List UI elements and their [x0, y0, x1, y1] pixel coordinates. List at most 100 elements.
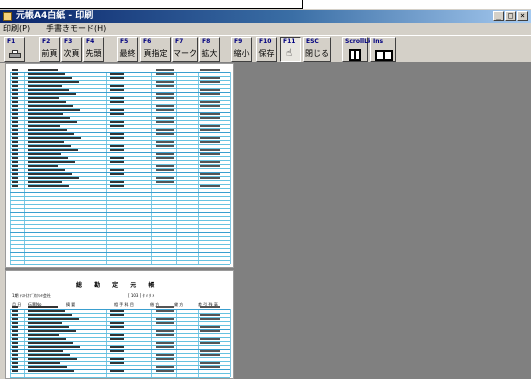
ledger-row-line	[10, 228, 230, 229]
ledger-entry-mark	[110, 169, 124, 171]
ledger-entry-mark	[156, 342, 174, 344]
ledger-entry-mark	[12, 121, 18, 123]
ledger-entry-mark	[12, 338, 18, 340]
ledger-entry-mark	[200, 105, 220, 107]
ledger-row-line	[10, 212, 230, 213]
ledger-entry-mark	[28, 109, 80, 111]
ledger-entry-mark	[110, 77, 124, 79]
ledger-entry-mark	[200, 185, 220, 187]
preview-page-2[interactable]: 総 勘 定 元 帳 1期 ﾃｽﾄ(ｶﾌﾞ)ｶｸｼｷ会社 [ 103 ] ﾀ ﾒ …	[5, 270, 234, 379]
ledger-entry-mark	[156, 121, 174, 123]
title-bar: 元帳A4白紙 - 印刷 _ □ ×	[0, 10, 531, 23]
ledger-entry-mark	[110, 101, 124, 103]
ledger-entry-mark	[156, 366, 174, 368]
maximize-button[interactable]: □	[505, 11, 516, 21]
ledger-row-line	[10, 208, 230, 209]
key-label: F1	[7, 38, 16, 45]
page-2-company: 1期 ﾃｽﾄ(ｶﾌﾞ)ｶｸｼｷ会社	[12, 293, 51, 298]
key-label: F9	[234, 38, 243, 45]
ledger-entry-mark	[110, 137, 124, 139]
print-preview-area[interactable]: 総 勘 定 元 帳 1期 ﾃｽﾄ(ｶﾌﾞ)ｶｸｼｷ会社 [ 103 ] ﾀ ﾒ …	[5, 63, 531, 379]
f6-page-select-button[interactable]: F6 頁指定	[140, 37, 171, 62]
ledger-entry-mark	[12, 145, 18, 147]
ledger-entry-mark	[110, 185, 124, 187]
ledger-entry-mark	[110, 334, 124, 336]
ledger-entry-mark	[12, 89, 18, 91]
background-strip	[0, 0, 531, 9]
ledger-entry-mark	[110, 346, 124, 348]
function-toolbar: F1 F2 前頁 F3 次頁 F4 先頭 F5 最終 F6 頁指定 F7 マーク…	[0, 35, 531, 63]
preview-page-1[interactable]	[5, 63, 234, 268]
ledger-entry-mark	[110, 338, 124, 340]
ledger-entry-mark	[28, 69, 58, 71]
ledger-entry-mark	[12, 342, 18, 344]
f8-zoom-in-button[interactable]: F8 拡大	[199, 37, 220, 62]
single-page-view-button[interactable]: ScrollLk	[342, 37, 372, 62]
ledger-entry-mark	[12, 101, 18, 103]
ledger-entry-mark	[12, 370, 18, 372]
f9-zoom-out-button[interactable]: F9 縮小	[231, 37, 252, 62]
f11-hand-button[interactable]: F11 ☝	[280, 37, 301, 62]
esc-close-button[interactable]: ESC 閉じる	[303, 37, 331, 62]
ledger-entry-mark	[12, 109, 18, 111]
menu-handwriting-mode[interactable]: 手書きモード(H)	[46, 24, 106, 34]
ledger-entry-mark	[156, 81, 174, 83]
printer-icon	[9, 50, 21, 59]
ledger-entry-mark	[12, 181, 18, 183]
ledger-entry-mark	[200, 173, 220, 175]
minimize-button[interactable]: _	[493, 11, 504, 21]
f1-print-button[interactable]: F1	[4, 37, 25, 62]
ledger-entry-mark	[156, 129, 174, 131]
ledger-entry-mark	[110, 370, 124, 372]
ledger-entry-mark	[110, 97, 124, 99]
col-head-credit: 貸 方	[174, 302, 184, 307]
ledger-entry-mark	[156, 169, 174, 171]
ledger-entry-mark	[28, 97, 59, 99]
ledger-entry-mark	[12, 354, 18, 356]
ledger-entry-mark	[110, 85, 124, 87]
f5-last-page-button[interactable]: F5 最終	[117, 37, 138, 62]
ledger-entry-mark	[200, 326, 220, 328]
ledger-row-line	[10, 248, 230, 249]
two-page-view-button[interactable]: Ins	[370, 37, 396, 62]
ledger-entry-mark	[110, 89, 124, 91]
page-2-account-code: [ 103 ] ﾀ ﾒ ﾀ ﾒ	[128, 293, 155, 298]
ledger-entry-mark	[156, 310, 174, 312]
ledger-entry-mark	[28, 165, 58, 167]
ledger-entry-mark	[110, 181, 124, 183]
ledger-entry-mark	[28, 354, 70, 356]
ledger-entry-mark	[12, 330, 18, 332]
ledger-entry-mark	[200, 306, 220, 308]
ledger-entry-mark	[110, 326, 124, 328]
ledger-row-line	[10, 240, 230, 241]
f10-save-button[interactable]: F10 保存	[256, 37, 277, 62]
ledger-entry-mark	[12, 141, 18, 143]
ledger-entry-mark	[156, 177, 174, 179]
two-page-icon	[375, 50, 393, 61]
ledger-row-line	[10, 252, 230, 253]
ledger-entry-mark	[28, 101, 66, 103]
f4-first-page-button[interactable]: F4 先頭	[83, 37, 104, 62]
ledger-row-line	[10, 200, 230, 201]
ledger-entry-mark	[110, 161, 124, 163]
ledger-entry-mark	[12, 362, 18, 364]
app-icon	[3, 12, 12, 21]
ledger-entry-mark	[12, 318, 18, 320]
ledger-entry-mark	[200, 137, 220, 139]
ledger-row-line	[10, 373, 230, 374]
ledger-entry-mark	[28, 346, 80, 348]
button-label: 閉じる	[305, 49, 329, 58]
ledger-entry-mark	[200, 117, 220, 119]
f3-next-page-button[interactable]: F3 次頁	[61, 37, 82, 62]
ledger-row-line	[10, 377, 230, 378]
ledger-entry-mark	[12, 153, 18, 155]
close-button[interactable]: ×	[517, 11, 528, 21]
f7-mark-button[interactable]: F7 マーク	[172, 37, 198, 62]
ledger-entry-mark	[156, 145, 174, 147]
menu-print[interactable]: 印刷(P)	[3, 24, 30, 34]
ledger-entry-mark	[28, 185, 69, 187]
key-label: F5	[120, 38, 129, 45]
f2-prev-page-button[interactable]: F2 前頁	[39, 37, 60, 62]
ledger-entry-mark	[200, 161, 220, 163]
ledger-entry-mark	[110, 109, 124, 111]
